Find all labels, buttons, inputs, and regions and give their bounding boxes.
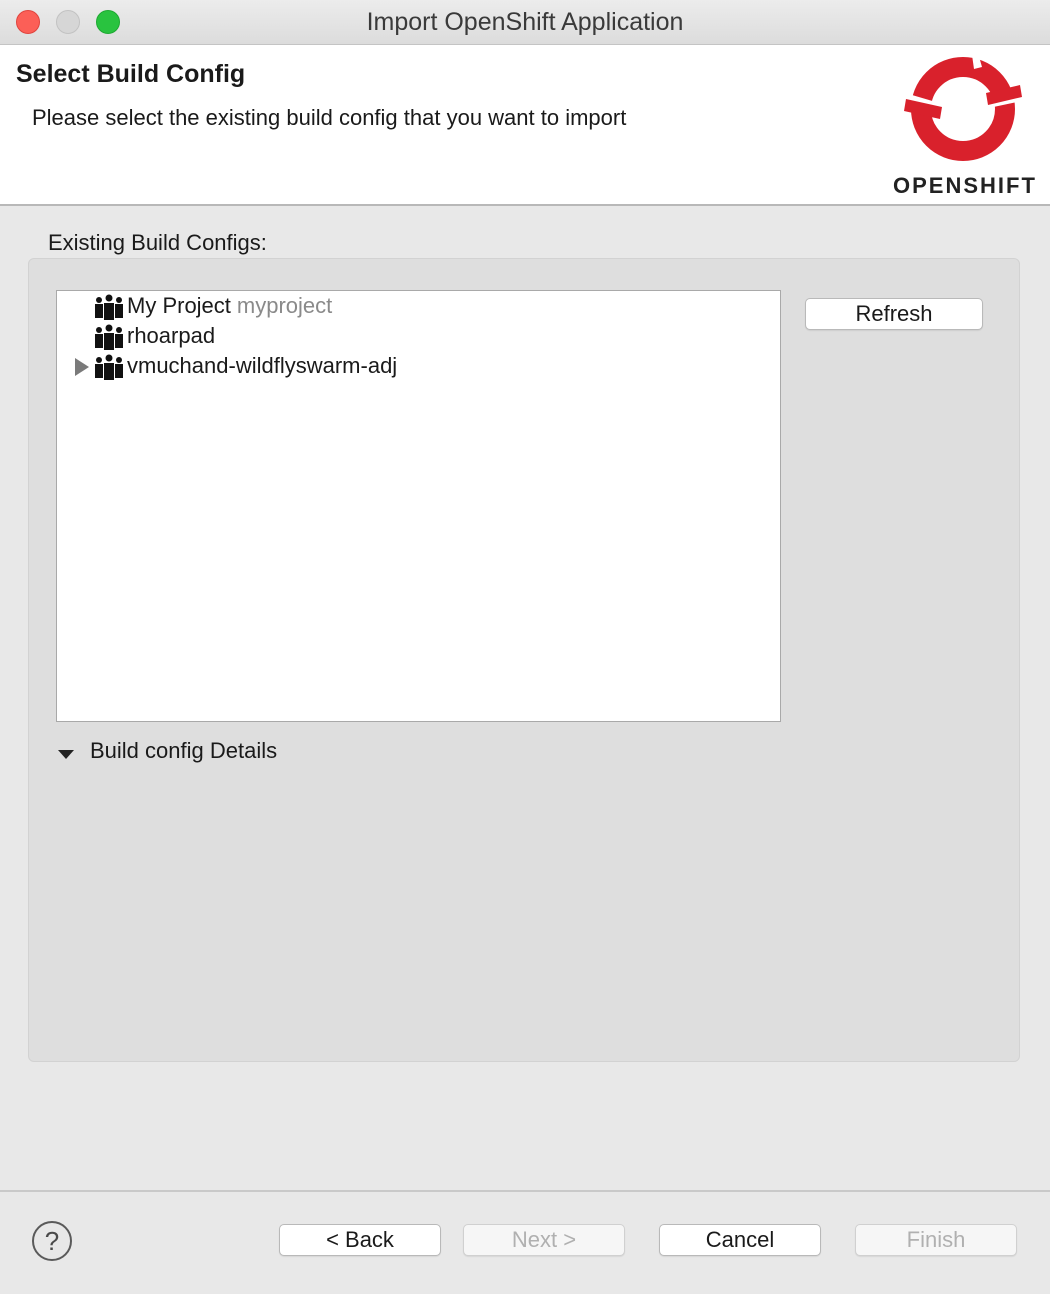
build-config-tree[interactable]: My Project myproject rhoarpad vmuchand-wi… xyxy=(56,290,781,722)
wizard-header: Select Build Config Please select the ex… xyxy=(0,45,1050,206)
tree-item-rhoarpad[interactable]: rhoarpad xyxy=(57,322,780,352)
tree-item-label: rhoarpad xyxy=(127,323,216,348)
window-titlebar: Import OpenShift Application xyxy=(0,0,1050,45)
project-icon xyxy=(95,294,123,320)
project-icon xyxy=(95,354,123,380)
page-description: Please select the existing build config … xyxy=(32,105,627,130)
help-icon[interactable]: ? xyxy=(32,1221,72,1261)
chevron-down-icon xyxy=(58,750,74,759)
tree-item-label: vmuchand-wildflyswarm-adj xyxy=(127,353,398,378)
tree-item-label: My Project xyxy=(127,293,231,318)
details-label: Build config Details xyxy=(90,738,278,763)
next-button[interactable]: Next > xyxy=(463,1224,625,1256)
tree-item-my-project[interactable]: My Project myproject xyxy=(57,292,780,322)
window-title: Import OpenShift Application xyxy=(366,8,684,36)
finish-button[interactable]: Finish xyxy=(855,1224,1017,1256)
project-icon xyxy=(95,324,123,350)
tree-item-sublabel: myproject xyxy=(236,293,333,318)
cancel-button[interactable]: Cancel xyxy=(659,1224,821,1256)
tree-item-vmuchand-wildflyswarm-adj[interactable]: vmuchand-wildflyswarm-adj xyxy=(57,352,780,382)
back-button[interactable]: < Back xyxy=(279,1224,441,1256)
footer-divider xyxy=(0,1190,1050,1192)
openshift-logo-text: OPENSHIFT xyxy=(893,173,1037,198)
openshift-logo-icon xyxy=(904,53,1022,161)
refresh-button[interactable]: Refresh xyxy=(805,298,983,330)
section-label: Existing Build Configs: xyxy=(48,230,267,255)
expand-arrow-icon[interactable] xyxy=(75,358,89,376)
page-title: Select Build Config xyxy=(16,60,246,88)
